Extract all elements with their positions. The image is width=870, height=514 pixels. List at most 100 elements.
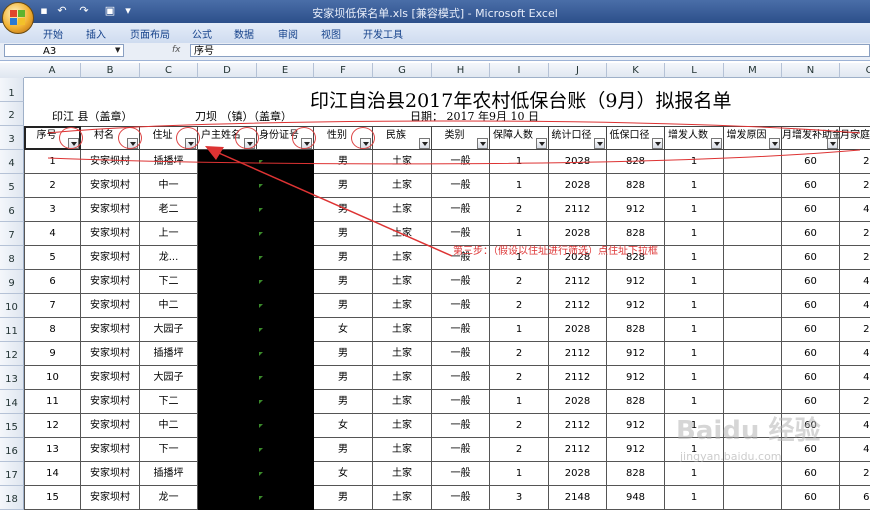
data-cell-K4[interactable]: 828 [607, 150, 665, 174]
data-cell-I13[interactable]: 2 [490, 366, 549, 390]
column-header-I[interactable]: I [490, 63, 549, 78]
tab-developer[interactable]: 开发工具 [363, 26, 403, 41]
data-cell-G11[interactable]: 土家 [373, 318, 432, 342]
data-cell-N8[interactable]: 60 [782, 246, 840, 270]
data-cell-I4[interactable]: 1 [490, 150, 549, 174]
row-header-15[interactable]: 15 [0, 414, 24, 438]
data-cell-J14[interactable]: 2028 [549, 390, 607, 414]
column-header-J[interactable]: J [549, 63, 607, 78]
data-cell-A9[interactable]: 6 [24, 270, 81, 294]
column-header-E[interactable]: E [257, 63, 314, 78]
data-cell-O18[interactable]: 64 [840, 486, 870, 510]
data-cell-N5[interactable]: 60 [782, 174, 840, 198]
data-cell-N18[interactable]: 60 [782, 486, 840, 510]
data-cell-J16[interactable]: 2112 [549, 438, 607, 462]
data-cell-F8[interactable]: 男 [314, 246, 373, 270]
data-cell-K12[interactable]: 912 [607, 342, 665, 366]
data-cell-L18[interactable]: 1 [665, 486, 724, 510]
data-cell-O15[interactable]: 43 [840, 414, 870, 438]
data-cell-A6[interactable]: 3 [24, 198, 81, 222]
data-cell-C12[interactable]: 插播坪 [140, 342, 198, 366]
data-cell-L8[interactable]: 1 [665, 246, 724, 270]
data-cell-H11[interactable]: 一般 [432, 318, 490, 342]
data-cell-B7[interactable]: 安家坝村 [81, 222, 140, 246]
data-cell-A14[interactable]: 11 [24, 390, 81, 414]
column-header-D[interactable]: D [198, 63, 257, 78]
data-cell-H16[interactable]: 一般 [432, 438, 490, 462]
header-cell-14[interactable]: 月增发补助金 [782, 126, 840, 150]
column-header-L[interactable]: L [665, 63, 724, 78]
data-cell-C13[interactable]: 大园子 [140, 366, 198, 390]
data-cell-H5[interactable]: 一般 [432, 174, 490, 198]
data-cell-N17[interactable]: 60 [782, 462, 840, 486]
data-cell-O16[interactable]: 43 [840, 438, 870, 462]
row-header-17[interactable]: 17 [0, 462, 24, 486]
tab-data[interactable]: 数据 [234, 26, 254, 41]
row-header-12[interactable]: 12 [0, 342, 24, 366]
header-cell-10[interactable]: 统计口径 [549, 126, 607, 150]
data-cell-G13[interactable]: 土家 [373, 366, 432, 390]
filter-dropdown-icon[interactable] [711, 138, 722, 149]
data-cell-G12[interactable]: 土家 [373, 342, 432, 366]
data-cell-O9[interactable]: 43 [840, 270, 870, 294]
data-cell-I10[interactable]: 2 [490, 294, 549, 318]
data-cell-A17[interactable]: 14 [24, 462, 81, 486]
data-cell-O4[interactable]: 22 [840, 150, 870, 174]
data-cell-M17[interactable] [724, 462, 782, 486]
data-cell-C9[interactable]: 下二 [140, 270, 198, 294]
tab-home[interactable]: 开始 [43, 26, 63, 41]
data-cell-H12[interactable]: 一般 [432, 342, 490, 366]
data-cell-G15[interactable]: 土家 [373, 414, 432, 438]
data-cell-F4[interactable]: 男 [314, 150, 373, 174]
row-header-9[interactable]: 9 [0, 270, 24, 294]
data-cell-J18[interactable]: 2148 [549, 486, 607, 510]
data-cell-N7[interactable]: 60 [782, 222, 840, 246]
tab-view[interactable]: 视图 [321, 26, 341, 41]
data-cell-I12[interactable]: 2 [490, 342, 549, 366]
data-cell-N11[interactable]: 60 [782, 318, 840, 342]
data-cell-K15[interactable]: 912 [607, 414, 665, 438]
filter-dropdown-icon[interactable] [769, 138, 780, 149]
data-cell-F13[interactable]: 男 [314, 366, 373, 390]
data-cell-G7[interactable]: 土家 [373, 222, 432, 246]
data-cell-A12[interactable]: 9 [24, 342, 81, 366]
data-cell-G14[interactable]: 土家 [373, 390, 432, 414]
data-cell-O13[interactable]: 43 [840, 366, 870, 390]
data-cell-B4[interactable]: 安家坝村 [81, 150, 140, 174]
data-cell-L11[interactable]: 1 [665, 318, 724, 342]
data-cell-H15[interactable]: 一般 [432, 414, 490, 438]
data-cell-I17[interactable]: 1 [490, 462, 549, 486]
data-cell-A11[interactable]: 8 [24, 318, 81, 342]
data-cell-I14[interactable]: 1 [490, 390, 549, 414]
data-cell-N12[interactable]: 60 [782, 342, 840, 366]
data-cell-M4[interactable] [724, 150, 782, 174]
data-cell-H18[interactable]: 一般 [432, 486, 490, 510]
data-cell-C5[interactable]: 中一 [140, 174, 198, 198]
column-header-C[interactable]: C [140, 63, 198, 78]
data-cell-M7[interactable] [724, 222, 782, 246]
data-cell-L6[interactable]: 1 [665, 198, 724, 222]
filter-dropdown-icon[interactable] [652, 138, 663, 149]
data-cell-C10[interactable]: 中二 [140, 294, 198, 318]
row-header-7[interactable]: 7 [0, 222, 24, 246]
data-cell-K5[interactable]: 828 [607, 174, 665, 198]
data-cell-F16[interactable]: 男 [314, 438, 373, 462]
data-cell-G8[interactable]: 土家 [373, 246, 432, 270]
insert-function-icon[interactable]: fx [172, 45, 181, 55]
data-cell-G16[interactable]: 土家 [373, 438, 432, 462]
data-cell-G18[interactable]: 土家 [373, 486, 432, 510]
data-cell-H6[interactable]: 一般 [432, 198, 490, 222]
data-cell-O8[interactable]: 22 [840, 246, 870, 270]
tab-page-layout[interactable]: 页面布局 [130, 26, 170, 41]
data-cell-B12[interactable]: 安家坝村 [81, 342, 140, 366]
data-cell-L13[interactable]: 1 [665, 366, 724, 390]
row-header-10[interactable]: 10 [0, 294, 24, 318]
row-header-14[interactable]: 14 [0, 390, 24, 414]
row-header-13[interactable]: 13 [0, 366, 24, 390]
data-cell-K16[interactable]: 912 [607, 438, 665, 462]
data-cell-H4[interactable]: 一般 [432, 150, 490, 174]
data-cell-G10[interactable]: 土家 [373, 294, 432, 318]
data-cell-F15[interactable]: 女 [314, 414, 373, 438]
data-cell-A7[interactable]: 4 [24, 222, 81, 246]
data-cell-L10[interactable]: 1 [665, 294, 724, 318]
